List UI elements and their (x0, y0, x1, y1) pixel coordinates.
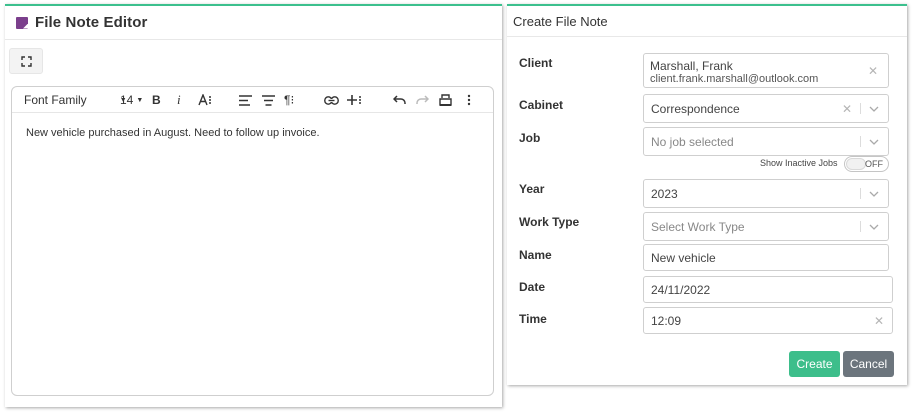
year-select[interactable]: 2023 (643, 179, 889, 208)
rich-text-editor: Font Family ▼ 14 ▼ B i ¶⁝ New vehicle pu… (11, 86, 494, 396)
editor-toolbar: Font Family ▼ 14 ▼ B i ¶⁝ (12, 87, 493, 113)
link-icon (324, 95, 339, 105)
create-file-note-panel: Create File Note Client Marshall, Frank … (507, 4, 907, 385)
form-header: Create File Note (507, 6, 907, 37)
print-icon (439, 94, 452, 106)
client-select[interactable]: Marshall, Frank client.frank.marshall@ou… (643, 53, 889, 88)
cabinet-select[interactable]: Correspondence ✕ (643, 94, 889, 123)
print-button[interactable] (439, 87, 452, 113)
work-type-select[interactable]: Select Work Type (643, 212, 889, 241)
show-inactive-jobs-toggle[interactable]: OFF (844, 156, 889, 172)
time-label: Time (519, 312, 547, 326)
font-size-adjust-button[interactable] (198, 87, 212, 113)
text-size-icon (198, 94, 211, 106)
redo-button[interactable] (416, 87, 429, 113)
file-note-icon (16, 16, 28, 29)
form-title: Create File Note (513, 13, 608, 29)
redo-icon (416, 95, 429, 104)
time-value: 12:09 (651, 313, 682, 328)
toggle-state: OFF (865, 159, 883, 169)
year-value: 2023 (651, 186, 678, 201)
paragraph-format-button[interactable]: ¶⁝ (284, 87, 294, 113)
work-type-placeholder: Select Work Type (651, 219, 745, 234)
work-type-label: Work Type (519, 215, 580, 229)
clear-client-icon[interactable]: ✕ (868, 64, 878, 78)
year-label: Year (519, 182, 545, 196)
bold-button[interactable]: B (152, 87, 161, 113)
insert-link-button[interactable] (324, 87, 339, 113)
file-note-editor-panel: File Note Editor Font Family ▼ 14 ▼ B i (5, 4, 502, 407)
cabinet-label: Cabinet (519, 98, 564, 112)
chevron-down-icon (869, 139, 879, 145)
plus-icon (347, 95, 361, 105)
undo-button[interactable] (393, 87, 406, 113)
editor-header: File Note Editor (5, 6, 502, 40)
italic-icon: i (177, 92, 181, 107)
date-value: 24/11/2022 (651, 282, 711, 297)
client-name: Marshall, Frank (650, 59, 733, 73)
chevron-down-icon (869, 191, 879, 197)
editor-content[interactable]: New vehicle purchased in August. Need to… (12, 113, 493, 153)
more-vertical-icon (467, 94, 471, 106)
align-left-icon (239, 94, 252, 106)
font-family-label: Font Family (24, 93, 87, 107)
font-size-dropdown[interactable]: 14 ▼ (120, 87, 143, 113)
insert-button[interactable] (347, 87, 362, 113)
font-size-label: 14 (120, 93, 134, 107)
paragraph-icon: ¶⁝ (284, 93, 295, 107)
undo-icon (393, 95, 406, 104)
date-label: Date (519, 280, 546, 294)
job-select[interactable]: No job selected (643, 127, 889, 156)
bold-icon: B (152, 93, 161, 107)
time-input[interactable]: 12:09 ✕ (643, 307, 893, 334)
cabinet-value: Correspondence (651, 101, 740, 116)
toggle-knob (846, 158, 866, 170)
client-email: client.frank.marshall@outlook.com (650, 73, 819, 85)
date-input[interactable]: 24/11/2022 (643, 276, 893, 303)
align-button[interactable] (239, 87, 252, 113)
chevron-down-icon: ▼ (136, 96, 144, 104)
expand-icon (20, 55, 32, 67)
clear-time-icon[interactable]: ✕ (874, 314, 884, 328)
list-format-button[interactable] (262, 87, 275, 113)
show-inactive-jobs-label: Show Inactive Jobs (760, 158, 838, 168)
cancel-button[interactable]: Cancel (843, 351, 894, 377)
job-placeholder: No job selected (651, 134, 734, 149)
name-label: Name (519, 248, 552, 262)
chevron-down-icon (869, 106, 879, 112)
name-input[interactable]: New vehicle (643, 244, 889, 271)
font-family-dropdown[interactable]: Font Family ▼ (24, 87, 127, 113)
italic-button[interactable]: i (177, 87, 181, 113)
name-value: New vehicle (651, 250, 716, 265)
editor-title: File Note Editor (35, 14, 148, 31)
more-options-button[interactable] (467, 87, 471, 113)
job-label: Job (519, 131, 541, 145)
client-label: Client (519, 56, 553, 70)
chevron-down-icon (869, 224, 879, 230)
align-center-icon (262, 94, 275, 106)
create-button[interactable]: Create (789, 351, 840, 377)
clear-cabinet-icon[interactable]: ✕ (842, 102, 852, 116)
fullscreen-button[interactable] (9, 48, 43, 74)
